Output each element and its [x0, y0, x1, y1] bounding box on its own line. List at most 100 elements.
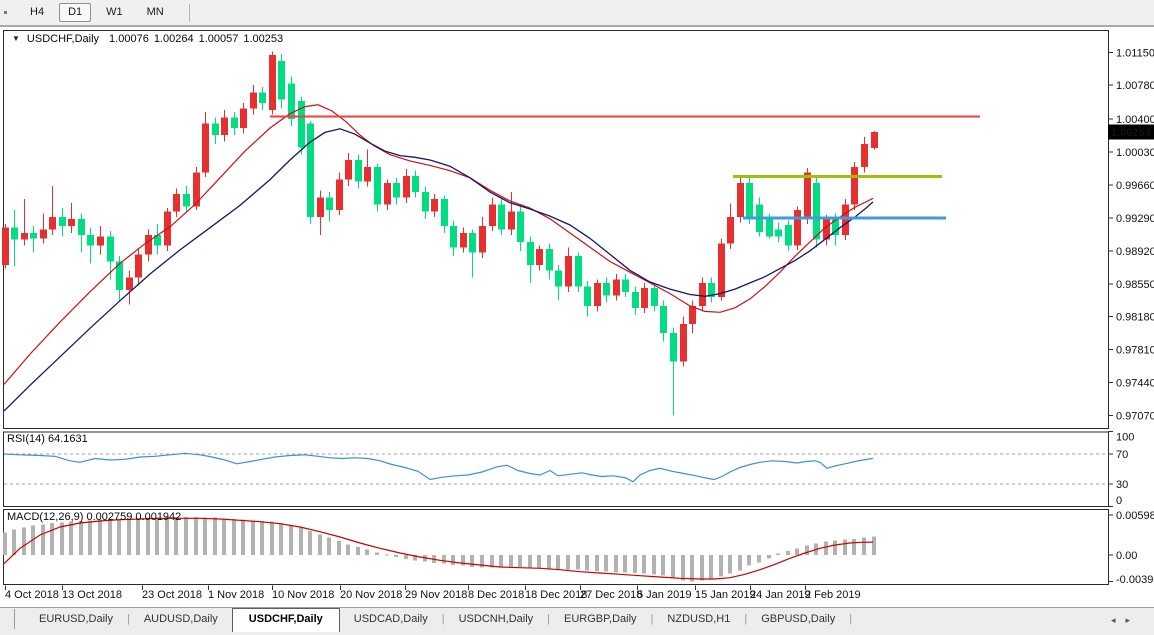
candle-body: [250, 92, 257, 108]
date-tick-label: 5 Jan 2019: [637, 589, 691, 601]
candle-body: [221, 117, 228, 135]
candle-body: [794, 210, 801, 246]
macd-histogram-bar: [260, 521, 264, 555]
tab-scroll-left-icon[interactable]: ◂: [1111, 615, 1126, 625]
candle-body: [498, 205, 505, 230]
macd-histogram-bar: [757, 555, 761, 562]
candle-body: [699, 283, 706, 306]
candle-body: [536, 249, 543, 265]
macd-tick-label: 0.005985: [1116, 510, 1154, 522]
macd-histogram-bar: [652, 555, 656, 574]
timeframe-toolbar: H4 D1 W1 MN: [0, 0, 1154, 27]
macd-histogram-bar: [346, 544, 350, 555]
macd-histogram-bar: [528, 555, 532, 568]
macd-histogram-bar: [98, 520, 102, 555]
tab-scroll-right-icon[interactable]: ▸: [1125, 615, 1140, 625]
timeframe-button-h4[interactable]: H4: [21, 3, 53, 22]
candle-body: [660, 306, 667, 333]
candle-body: [508, 212, 515, 230]
macd-histogram-bar: [241, 520, 245, 555]
price-tick-label: 1.00780: [1116, 80, 1154, 92]
candle-body: [851, 167, 858, 204]
date-tick-label: 13 Oct 2018: [62, 589, 122, 601]
date-tick-label: 20 Nov 2018: [340, 589, 402, 601]
toolbar-separator: [189, 4, 190, 22]
chart-tab-nzdusd-h1[interactable]: NZDUSD,H1: [653, 609, 744, 630]
timeframe-button-mn[interactable]: MN: [138, 3, 173, 22]
macd-histogram-bar: [585, 555, 589, 570]
chart-tab-audusd-daily[interactable]: AUDUSD,Daily: [130, 609, 232, 630]
candle-body: [317, 197, 324, 217]
candle-body: [689, 306, 696, 324]
macd-histogram-bar: [604, 555, 608, 572]
macd-histogram-bar: [394, 555, 398, 557]
macd-histogram-bar: [747, 555, 751, 566]
candle-body: [68, 219, 75, 226]
macd-histogram-bar: [547, 555, 551, 569]
macd-histogram-bar: [318, 534, 322, 555]
timeframe-button-w1[interactable]: W1: [97, 3, 132, 22]
macd-histogram-bar: [509, 555, 513, 566]
candle-body: [632, 292, 639, 308]
macd-histogram-bar: [155, 518, 159, 555]
candle-body: [59, 217, 66, 226]
chart-tab-usdcnh-daily[interactable]: USDCNH,Daily: [445, 609, 548, 630]
chart-tab-gbpusd-daily[interactable]: GBPUSD,Daily: [747, 609, 849, 630]
candle-body: [403, 176, 410, 197]
candle-body: [259, 92, 266, 103]
candle-body: [49, 217, 56, 229]
macd-histogram-bar: [451, 555, 455, 565]
macd-histogram-bar: [843, 540, 847, 555]
candle-body: [546, 249, 553, 270]
macd-histogram-bar: [623, 555, 627, 572]
date-tick-label: 24 Jan 2019: [750, 589, 811, 601]
rsi-pane[interactable]: [4, 432, 1109, 507]
price-tick-label: 1.00030: [1116, 147, 1154, 159]
macd-histogram-bar: [738, 555, 742, 570]
rsi-tick-label: 100: [1116, 432, 1134, 444]
candle-body: [450, 226, 457, 247]
current-price-badge-label: 1.00253: [1111, 127, 1151, 139]
macd-histogram-bar: [614, 555, 618, 572]
candle-body: [527, 242, 534, 265]
macd-histogram-bar: [404, 555, 408, 559]
macd-histogram-bar: [308, 531, 312, 555]
candle-body: [135, 254, 142, 277]
macd-histogram-bar: [365, 550, 369, 555]
candle-body: [21, 233, 28, 239]
date-tick-label: 29 Nov 2018: [405, 589, 467, 601]
macd-histogram-bar: [79, 521, 83, 555]
chart-tab-usdchf-daily[interactable]: USDCHF,Daily: [232, 608, 340, 632]
macd-histogram-bar: [337, 541, 341, 555]
candle-body: [670, 333, 677, 361]
candle-body: [517, 212, 524, 242]
candle-body: [30, 233, 37, 238]
macd-histogram-bar: [709, 555, 713, 579]
candle-body: [641, 288, 648, 308]
timeframe-button-d1[interactable]: D1: [59, 3, 91, 22]
candle-body: [126, 278, 133, 290]
candle-body: [651, 288, 658, 306]
candle-body: [173, 194, 180, 212]
macd-histogram-bar: [681, 555, 685, 580]
date-tick-label: 2 Feb 2019: [805, 589, 861, 601]
candle-body: [727, 217, 734, 244]
date-tick-label: 15 Jan 2019: [695, 589, 756, 601]
candle-body: [193, 172, 200, 206]
chart-tab-usdcad-daily[interactable]: USDCAD,Daily: [340, 609, 442, 630]
macd-tick-label: 0.00: [1116, 550, 1137, 562]
candle-body: [231, 117, 238, 128]
chart-tab-eurgbp-daily[interactable]: EURGBP,Daily: [550, 609, 651, 630]
date-tick-label: 23 Oct 2018: [142, 589, 202, 601]
candle-body: [718, 244, 725, 297]
macd-pane[interactable]: [4, 510, 1109, 585]
macd-histogram-bar: [852, 539, 856, 555]
macd-histogram-bar: [700, 555, 704, 580]
macd-histogram-bar: [299, 528, 303, 555]
chart-tab-eurusd-daily[interactable]: EURUSD,Daily: [25, 609, 127, 630]
candle-body: [393, 183, 400, 197]
candle-body: [431, 199, 438, 211]
candle-body: [575, 256, 582, 286]
price-tick-label: 0.99660: [1116, 180, 1154, 192]
candle-body: [40, 229, 47, 238]
